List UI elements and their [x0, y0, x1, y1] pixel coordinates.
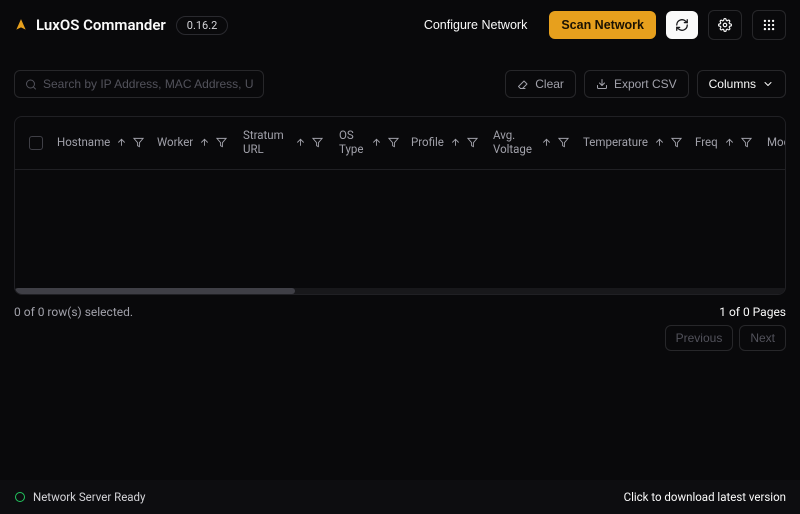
- refresh-icon: [675, 18, 689, 32]
- col-label: Model: [767, 136, 785, 150]
- filter-icon: [671, 137, 682, 148]
- sort-up-icon: [541, 137, 552, 148]
- horizontal-scrollbar[interactable]: [15, 288, 785, 294]
- col-label: Hostname: [57, 136, 110, 150]
- logo-icon: [14, 18, 28, 32]
- refresh-button[interactable]: [666, 11, 698, 39]
- col-temperature[interactable]: Temperature: [577, 129, 689, 157]
- col-label: Profile: [411, 136, 444, 150]
- col-worker[interactable]: Worker: [151, 129, 237, 157]
- sort-up-icon: [724, 137, 735, 148]
- table-body: [15, 170, 785, 288]
- col-os-type[interactable]: OS Type: [333, 129, 405, 157]
- col-stratum-url[interactable]: Stratum URL: [237, 129, 333, 157]
- sort-up-icon: [654, 137, 665, 148]
- filter-icon: [312, 137, 323, 148]
- eraser-icon: [517, 78, 529, 90]
- sort-up-icon: [450, 137, 461, 148]
- col-freq[interactable]: Freq: [689, 129, 761, 157]
- grid-icon: [762, 18, 776, 32]
- col-profile[interactable]: Profile: [405, 129, 487, 157]
- settings-button[interactable]: [708, 10, 742, 40]
- search-wrap[interactable]: [14, 70, 264, 98]
- export-label: Export CSV: [614, 77, 677, 91]
- toolbar: Clear Export CSV Columns: [0, 50, 800, 108]
- status-text: Network Server Ready: [33, 490, 145, 504]
- col-avg-voltage[interactable]: Avg. Voltage: [487, 129, 577, 157]
- select-all-checkbox[interactable]: [29, 136, 43, 150]
- gear-icon: [718, 18, 732, 32]
- clear-label: Clear: [535, 77, 564, 91]
- sort-up-icon: [371, 137, 382, 148]
- col-label: Stratum URL: [243, 129, 289, 157]
- apps-button[interactable]: [752, 10, 786, 40]
- col-label: Avg. Voltage: [493, 129, 535, 157]
- sort-up-icon: [116, 137, 127, 148]
- app-name: LuxOS Commander: [36, 16, 166, 34]
- app-header: LuxOS Commander 0.16.2 Configure Network…: [0, 0, 800, 50]
- search-input[interactable]: [43, 77, 253, 91]
- table-footer: 0 of 0 row(s) selected. 1 of 0 Pages Pre…: [0, 295, 800, 361]
- filter-icon: [558, 137, 569, 148]
- scrollbar-thumb[interactable]: [15, 288, 295, 294]
- app-logo: LuxOS Commander: [14, 16, 166, 34]
- page-text: 1 of 0 Pages: [719, 305, 786, 319]
- data-table: Hostname Worker Stratum URL OS Type Prof…: [14, 116, 786, 295]
- columns-button[interactable]: Columns: [697, 70, 786, 98]
- columns-label: Columns: [709, 77, 756, 91]
- sort-up-icon: [295, 137, 306, 148]
- next-button[interactable]: Next: [739, 325, 786, 351]
- scan-network-button[interactable]: Scan Network: [549, 11, 656, 39]
- version-badge: 0.16.2: [176, 16, 229, 35]
- download-icon: [596, 78, 608, 90]
- clear-button[interactable]: Clear: [505, 70, 576, 98]
- col-label: Freq: [695, 136, 718, 150]
- filter-icon: [133, 137, 144, 148]
- filter-icon: [741, 137, 752, 148]
- filter-icon: [467, 137, 478, 148]
- col-label: Temperature: [583, 136, 648, 150]
- status-ok-icon: [14, 491, 26, 503]
- col-label: OS Type: [339, 129, 365, 157]
- configure-network-button[interactable]: Configure Network: [412, 11, 540, 39]
- search-icon: [25, 78, 37, 91]
- status-bar: Network Server Ready Click to download l…: [0, 480, 800, 514]
- sort-up-icon: [199, 137, 210, 148]
- download-latest-link[interactable]: Click to download latest version: [624, 490, 786, 504]
- filter-icon: [216, 137, 227, 148]
- export-csv-button[interactable]: Export CSV: [584, 70, 689, 98]
- selection-text: 0 of 0 row(s) selected.: [14, 305, 133, 319]
- previous-button[interactable]: Previous: [665, 325, 734, 351]
- col-label: Worker: [157, 136, 193, 150]
- filter-icon: [388, 137, 399, 148]
- col-model[interactable]: Model: [761, 129, 785, 157]
- chevron-down-icon: [762, 78, 774, 90]
- col-hostname[interactable]: Hostname: [51, 129, 151, 157]
- table-header: Hostname Worker Stratum URL OS Type Prof…: [15, 117, 785, 170]
